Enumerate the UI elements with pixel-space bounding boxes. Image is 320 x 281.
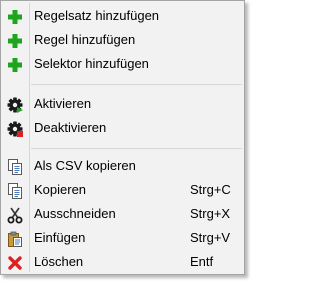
menu-item-add-rule[interactable]: Regel hinzufügen [3,29,242,52]
gear-activate-icon [7,97,23,113]
menu-item-label: Deaktivieren [34,120,107,135]
red-x-icon [8,256,22,270]
menu-separator [31,148,242,149]
green-plus-icon [8,58,22,72]
menu-item-copy[interactable]: Kopieren Strg+C [3,179,242,202]
copy-icon [8,183,22,199]
menu-item-label: Als CSV kopieren [34,158,136,173]
copy-icon [8,159,22,175]
menu-item-label: Löschen [34,254,84,269]
menu-item-label: Regelsatz hinzufügen [34,8,160,23]
menu-item-shortcut: Entf [190,254,214,269]
menu-item-label: Ausschneiden [34,206,116,221]
green-plus-icon [8,10,22,24]
menu-item-label: Kopieren [34,182,87,197]
menu-item-label: Aktivieren [34,96,92,111]
menu-item-delete[interactable]: Löschen Entf [3,251,242,274]
menu-item-shortcut: Strg+C [190,182,231,197]
paste-icon [8,231,22,247]
menu-item-shortcut: Strg+X [190,206,231,221]
menu-item-add-selector[interactable]: Selektor hinzufügen [3,53,242,76]
menu-separator [31,84,242,85]
menu-item-paste[interactable]: Einfügen Strg+V [3,227,242,250]
scissors-icon [7,207,23,224]
menu-item-copy-as-csv[interactable]: Als CSV kopieren [3,155,242,178]
green-plus-icon [8,34,22,48]
menu-item-deactivate[interactable]: Deaktivieren [3,117,242,140]
menu-item-label: Selektor hinzufügen [34,56,149,71]
menu-item-activate[interactable]: Aktivieren [3,93,242,116]
menu-item-label: Einfügen [34,230,86,245]
menu-item-shortcut: Strg+V [190,230,231,245]
menu-item-cut[interactable]: Ausschneiden Strg+X [3,203,242,226]
menu-item-add-ruleset[interactable]: Regelsatz hinzufügen [3,5,242,28]
context-menu: Regelsatz hinzufügen Regel hinzufügen Se… [0,0,245,275]
gear-deactivate-icon [7,121,23,137]
menu-item-label: Regel hinzufügen [34,32,136,47]
